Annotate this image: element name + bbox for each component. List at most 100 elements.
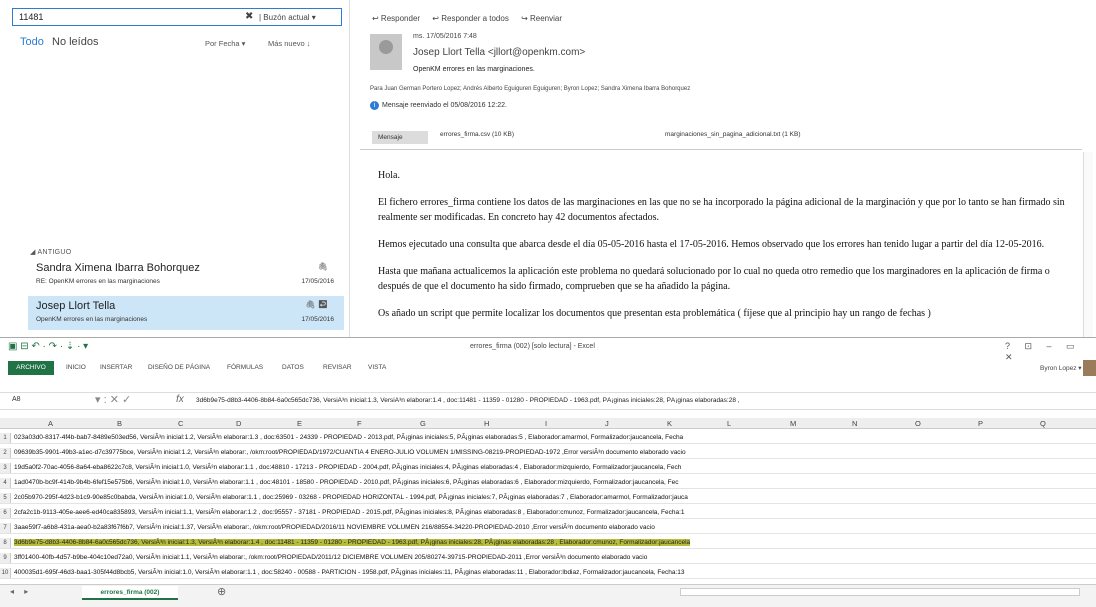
body-paragraph: El fichero errores_firma contiene los da… [378,197,1065,223]
column-header[interactable]: A [48,419,53,428]
search-input[interactable]: 11481 ✖ | Buzón actual ▾ [12,8,342,26]
forward-button[interactable]: ↪ Reenviar [521,14,562,23]
table-row[interactable]: 6 2cfa2c1b-9113-405e-aee6-ed40ca835893, V… [0,508,1096,519]
tab-datos[interactable]: DATOS [282,364,304,371]
column-header[interactable]: I [545,419,547,428]
vertical-scrollbar[interactable] [1083,152,1093,337]
search-scope-dropdown[interactable]: | Buzón actual ▾ [259,13,316,22]
table-row[interactable]: 10 400035d1-695f-46d3-baa1-305f44d8bcb5, … [0,568,1096,579]
list-item[interactable]: Josep Llort Tella 🖇 ↩ OpenKM errores en … [28,296,344,330]
cell-a[interactable]: 19d5a0f2-70ac-4056-8a64-eba8622c7c8, Ver… [14,464,681,471]
search-value[interactable]: 11481 [19,12,43,22]
cell-a[interactable]: 2c05b970-295f-4d23-b1c9-90e85c0babda, Ve… [14,494,688,501]
tab-insertar[interactable]: INSERTAR [100,364,132,371]
row-number[interactable]: 4 [0,478,11,488]
mail-date: 17/05/2016 [301,278,334,285]
row-number[interactable]: 8 [0,538,11,548]
quick-access-toolbar[interactable]: ▣ ⊟ ↶ · ↷ · ⇣ · ▾ [8,341,88,352]
message-recipients: Para Juan German Portero Lopez; Andrés A… [370,86,691,92]
tab-inicio[interactable]: INICIO [66,364,86,371]
column-header[interactable]: P [978,419,983,428]
sheet-nav-arrows[interactable]: ◂ ▸ [10,587,32,596]
name-box[interactable]: A8 [12,396,21,403]
cell-a[interactable]: 2cfa2c1b-9113-405e-aee6-ed40ca835893, Ve… [14,509,685,516]
message-date: ms. 17/05/2016 7:48 [413,33,477,40]
cell-a[interactable]: 400035d1-695f-46d3-baa1-305f44d8bcb5, Ve… [14,569,685,576]
tab-formulas[interactable]: FÓRMULAS [227,364,263,371]
formula-input[interactable]: 3d6b9e75-d8b3-4406-8b84-6a0c565dc736, Ve… [196,397,1076,404]
column-header[interactable]: N [852,419,857,428]
tab-all[interactable]: Todo [20,36,44,48]
cell-a[interactable]: 3ff01400-40fb-4d57-b9be-404c10ed72a0, Ve… [14,554,647,561]
cell-a[interactable]: 023a03d0-8317-4f4b-bab7-8489e503ed56, Ve… [14,434,683,441]
column-header[interactable]: Q [1040,419,1046,428]
table-row[interactable]: 4 1ad0470b-bc9f-414b-9b4b-6fef15e575b6, V… [0,478,1096,489]
horizontal-scrollbar[interactable] [680,588,1080,596]
row-number[interactable]: 2 [0,448,11,458]
body-paragraph: Os añado un script que permite localizar… [378,308,931,319]
reply-all-button[interactable]: ↩ Responder a todos [432,14,509,23]
attachment-message[interactable]: Mensaje [372,131,428,144]
file-tab[interactable]: ARCHIVO [8,361,54,375]
table-row[interactable]: 5 2c05b970-295f-4d23-b1c9-90e85c0babda, V… [0,493,1096,504]
row-number[interactable]: 7 [0,523,11,533]
mail-sender: Sandra Ximena Ibarra Bohorquez [36,262,200,274]
body-paragraph: Hasta que mañana actualicemos la aplicac… [378,266,1050,292]
column-header[interactable]: D [236,419,241,428]
table-row[interactable]: 3 19d5a0f2-70ac-4056-8a64-eba8622c7c8, Ve… [0,463,1096,474]
reply-button[interactable]: ↩ Responder [372,14,420,23]
attachment-txt[interactable]: marginaciones_sin_pagina_adicional.txt (… [665,131,801,138]
column-header[interactable]: G [420,419,426,428]
column-header[interactable]: F [357,419,362,428]
user-account[interactable]: Byron Lopez ▾ [1040,364,1082,372]
column-header[interactable]: C [178,419,183,428]
insert-function-icon[interactable]: fx [176,394,184,405]
column-header[interactable]: O [915,419,921,428]
info-icon: i [370,101,379,110]
add-sheet-icon[interactable]: ⊕ [217,585,226,598]
cell-a[interactable]: 3aae59f7-a6b8-431a-aea0-b2a83f67f6b7, Ve… [14,524,655,531]
cell-a[interactable]: 3d6b9e75-d8b3-4406-8b84-6a0c565dc736, Ve… [14,539,691,546]
column-header[interactable]: L [727,419,731,428]
tab-vista[interactable]: VISTA [368,364,386,371]
mail-subject: RE: OpenKM errores en las marginaciones [36,278,160,285]
avatar[interactable] [1083,360,1096,376]
list-item[interactable]: Sandra Ximena Ibarra Bohorquez 🖇 RE: Ope… [28,258,344,292]
tab-unread[interactable]: No leídos [52,36,98,48]
sheet-tab[interactable]: errores_firma (002) [82,586,178,600]
message-sender[interactable]: Josep Llort Tella <jllort@openkm.com> [413,47,585,58]
column-header[interactable]: E [297,419,302,428]
mail-date: 17/05/2016 [301,316,334,323]
column-header[interactable]: H [484,419,489,428]
column-header[interactable]: B [117,419,122,428]
row-number[interactable]: 9 [0,553,11,563]
forwarded-notice: i Mensaje reenviado el 05/08/2016 12:22. [370,101,507,110]
table-row-selected[interactable]: 8 3d6b9e75-d8b3-4406-8b84-6a0c565dc736, V… [0,538,1096,549]
table-row[interactable]: 7 3aae59f7-a6b8-431a-aea0-b2a83f67f6b7, V… [0,523,1096,534]
row-number[interactable]: 3 [0,463,11,473]
group-header[interactable]: ◢ ANTIGUO [30,248,72,256]
row-number[interactable]: 10 [0,568,11,578]
close-icon[interactable]: ✖ [245,11,253,22]
tab-diseno[interactable]: DISEÑO DE PÁGINA [148,364,210,371]
table-row[interactable]: 9 3ff01400-40fb-4d57-b9be-404c10ed72a0, V… [0,553,1096,564]
body-paragraph: Hola. [378,170,400,181]
sort-order-button[interactable]: Más nuevo ↓ [268,39,311,48]
sort-by-dropdown[interactable]: Por Fecha ▾ [205,39,245,48]
row-number[interactable]: 6 [0,508,11,518]
cell-a[interactable]: 1ad0470b-bc9f-414b-9b4b-6fef15e575b6, Ve… [14,479,678,486]
divider [360,149,1082,150]
table-row[interactable]: 2 09639b35-9901-49b3-a1ec-d7c39775bce, Ve… [0,448,1096,459]
row-number[interactable]: 1 [0,433,11,443]
column-header[interactable]: J [605,419,609,428]
attachment-csv[interactable]: errores_firma.csv (10 KB) [440,131,514,138]
table-row[interactable]: 1 023a03d0-8317-4f4b-bab7-8489e503ed56, V… [0,433,1096,444]
column-header[interactable]: M [790,419,796,428]
attachment-icon: 🖇 [317,262,328,271]
tab-revisar[interactable]: REVISAR [323,364,352,371]
formula-bar-icons[interactable]: ▾ : ✕ ✓ [95,393,131,406]
cell-a[interactable]: 09639b35-9901-49b3-a1ec-d7c39775bce, Ver… [14,449,686,456]
column-header[interactable]: K [667,419,672,428]
row-number[interactable]: 5 [0,493,11,503]
window-title: errores_firma (002) [solo lectura] - Exc… [470,343,595,350]
